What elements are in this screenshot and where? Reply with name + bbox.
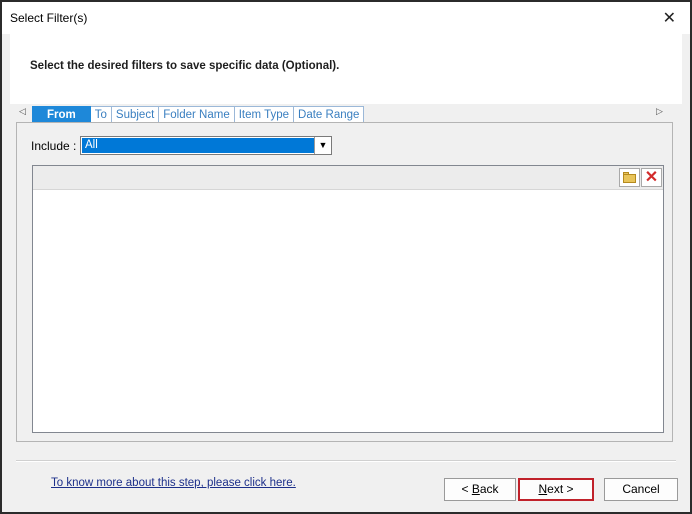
next-button[interactable]: Next > bbox=[518, 478, 594, 501]
list-toolbar: ✕ bbox=[33, 166, 663, 190]
delete-icon: ✕ bbox=[644, 169, 659, 186]
back-button-mnemonic: B bbox=[471, 482, 480, 496]
next-button-mnemonic: N bbox=[538, 482, 548, 496]
remove-button[interactable]: ✕ bbox=[641, 168, 662, 187]
chevron-down-icon[interactable]: ▼ bbox=[314, 137, 331, 154]
folder-icon bbox=[623, 174, 636, 183]
cancel-button[interactable]: Cancel bbox=[604, 478, 678, 501]
include-select[interactable]: All ▼ bbox=[80, 136, 332, 155]
tab-scroll-right-icon[interactable]: ▷ bbox=[656, 106, 663, 117]
next-button-label: ext > bbox=[547, 482, 574, 496]
include-label: Include : bbox=[31, 139, 77, 153]
tab-scroll-left-icon[interactable]: ◁ bbox=[19, 106, 26, 117]
back-button-prefix: < bbox=[461, 482, 472, 496]
title-bar: Select Filter(s) ✕ bbox=[2, 2, 690, 34]
include-selected-value: All bbox=[82, 138, 315, 153]
filter-list[interactable]: ✕ bbox=[32, 165, 664, 433]
close-icon[interactable]: ✕ bbox=[663, 8, 676, 28]
footer-divider bbox=[16, 460, 676, 462]
browse-folder-button[interactable] bbox=[619, 168, 640, 187]
header-band: Select the desired filters to save speci… bbox=[10, 34, 682, 104]
back-button[interactable]: < Back bbox=[444, 478, 516, 501]
filter-tabs: From To Subject Folder Name Item Type Da… bbox=[32, 106, 365, 124]
instruction-text: Select the desired filters to save speci… bbox=[30, 60, 340, 72]
dialog-title: Select Filter(s) bbox=[10, 11, 88, 25]
help-link[interactable]: To know more about this step, please cli… bbox=[51, 477, 296, 489]
back-button-label: ack bbox=[479, 482, 499, 496]
